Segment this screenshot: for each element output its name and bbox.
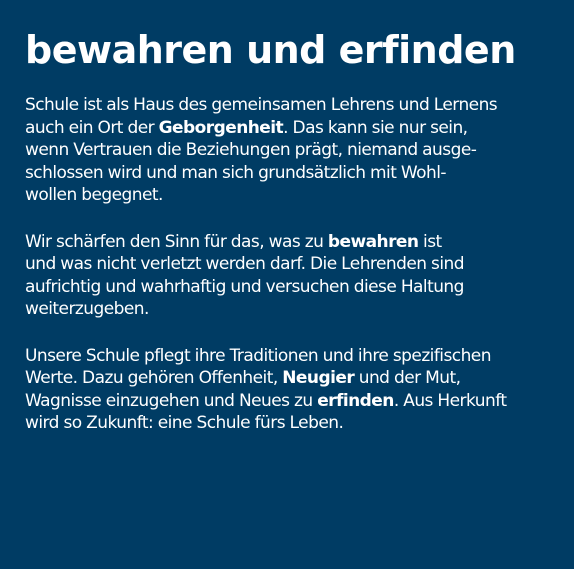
body-text: Schule ist als Haus des gemeinsamen Lehr… <box>25 94 554 435</box>
text-segment: wenn Vertrauen die Beziehungen prägt, ni… <box>25 140 477 160</box>
text-line: Wagnisse einzugehen und Neues zu erfinde… <box>25 390 554 413</box>
emphasized-word: bewahren <box>327 231 419 252</box>
text-line: Schule ist als Haus des gemeinsamen Lehr… <box>25 94 554 117</box>
text-segment: . Das kann sie nur sein, <box>283 117 468 138</box>
text-segment: aufrichtig und wahrhaftig und versuchen … <box>25 276 464 297</box>
text-segment: Schule ist als Haus des gemeinsamen Lehr… <box>25 95 498 115</box>
text-line: und was nicht verletzt werden darf. Die … <box>25 253 554 276</box>
page-title: bewahren und erfinden <box>25 28 516 72</box>
text-segment: auch ein Ort der <box>25 117 159 138</box>
text-segment: ist <box>418 231 442 252</box>
text-line: Werte. Dazu gehören Offenheit, Neugier u… <box>25 367 554 390</box>
paragraph: Unsere Schule pflegt ihre Traditionen un… <box>25 345 554 435</box>
text-segment: schlossen wird und man sich grundsätzlic… <box>25 162 447 183</box>
text-segment: Wir schärfen den Sinn für das, was zu <box>25 231 328 252</box>
text-segment: weiterzugeben. <box>25 299 149 319</box>
text-segment: wird so Zukunft: eine Schule fürs Leben. <box>25 413 344 433</box>
text-segment: und was nicht verletzt werden darf. Die … <box>25 254 465 274</box>
text-segment: Werte. Dazu gehören Offenheit, <box>25 368 283 388</box>
text-line: Wir schärfen den Sinn für das, was zu be… <box>25 231 554 254</box>
text-segment: und der Mut, <box>354 368 461 388</box>
emphasized-word: Neugier <box>282 368 355 388</box>
text-segment: . Aus Herkunft <box>393 390 507 411</box>
text-line: weiterzugeben. <box>25 298 554 321</box>
emphasized-word: erfinden <box>317 390 394 411</box>
text-line: wenn Vertrauen die Beziehungen prägt, ni… <box>25 139 554 162</box>
text-line: auch ein Ort der Geborgenheit. Das kann … <box>25 117 554 140</box>
text-segment: Wagnisse einzugehen und Neues zu <box>25 390 318 411</box>
text-segment: wollen begegnet. <box>25 185 163 205</box>
text-line: schlossen wird und man sich grundsätzlic… <box>25 162 554 185</box>
emphasized-word: Geborgenheit <box>158 117 284 138</box>
paragraph: Schule ist als Haus des gemeinsamen Lehr… <box>25 94 554 207</box>
text-line: wollen begegnet. <box>25 184 554 207</box>
paragraph: Wir schärfen den Sinn für das, was zu be… <box>25 231 554 321</box>
text-panel: bewahren und erfinden Schule ist als Hau… <box>0 0 574 569</box>
text-segment: Unsere Schule pflegt ihre Traditionen un… <box>25 345 491 366</box>
text-line: aufrichtig und wahrhaftig und versuchen … <box>25 276 554 299</box>
text-line: Unsere Schule pflegt ihre Traditionen un… <box>25 345 554 368</box>
text-line: wird so Zukunft: eine Schule fürs Leben. <box>25 412 554 435</box>
